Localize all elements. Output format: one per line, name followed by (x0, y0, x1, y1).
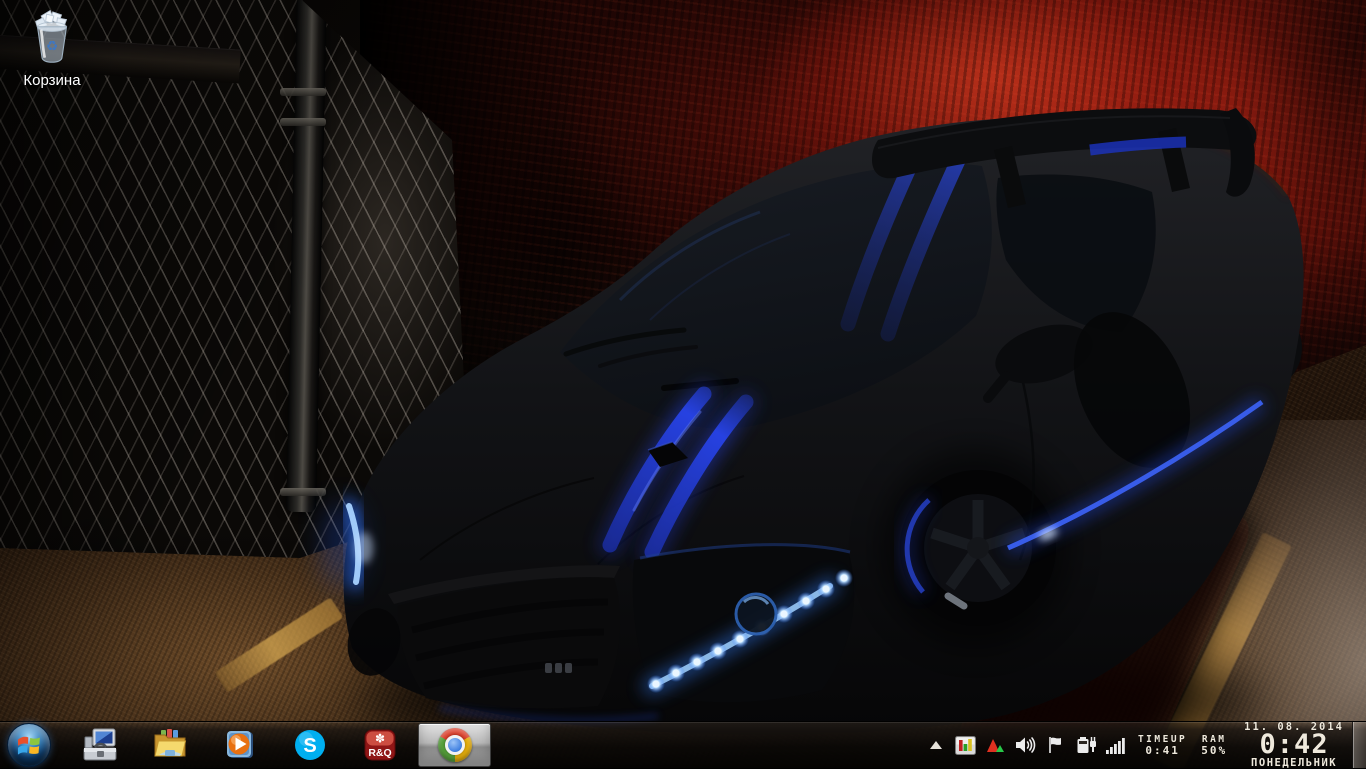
timeup-label: TIMEUP (1138, 734, 1187, 745)
power-battery-icon[interactable] (1073, 730, 1099, 760)
taskbar-item-media-player[interactable] (208, 723, 271, 767)
timeup-value: 0:41 (1145, 745, 1180, 757)
ram-label: RAM (1202, 734, 1227, 745)
rnq-icon: ✽ R&Q (364, 729, 396, 761)
taskbar-item-rnq[interactable]: ✽ R&Q (348, 723, 411, 767)
network-graph-icon[interactable] (983, 730, 1009, 760)
media-player-icon (223, 728, 257, 762)
skype-icon: S (293, 728, 327, 762)
recycle-bin-label: Корзина (8, 72, 96, 89)
ram-status: RAM 50% (1201, 734, 1227, 757)
volume-icon[interactable] (1013, 730, 1039, 760)
tray-clock[interactable]: 11. 08. 2014 0:42 ПОНЕДЕЛЬНИК (1244, 721, 1344, 769)
chrome-core (445, 735, 465, 755)
start-button[interactable] (6, 722, 52, 768)
action-center-flag-icon[interactable] (1043, 730, 1069, 760)
tray-overflow-chevron-up-icon[interactable] (927, 730, 945, 760)
chrome-icon (438, 728, 472, 762)
resource-monitor-icon[interactable] (953, 730, 979, 760)
timeup-status: TIMEUP 0:41 (1138, 734, 1187, 757)
ram-value: 50% (1201, 745, 1227, 757)
taskbar-item-skype[interactable]: S (278, 723, 341, 767)
pinned-taskbar-items: S ✽ R&Q (68, 723, 491, 767)
show-desktop-button[interactable] (1352, 722, 1366, 768)
taskbar-item-system-tools[interactable] (68, 723, 131, 767)
taskbar-item-file-explorer[interactable] (138, 723, 201, 767)
desktop: ♻ Корзина (0, 0, 1366, 768)
svg-text:R&Q: R&Q (368, 747, 391, 759)
system-tray: TIMEUP 0:41 RAM 50% 11. 08. 2014 0:42 ПО… (927, 722, 1366, 768)
recycle-bin-glyph: ♻ (23, 4, 81, 66)
svg-text:✽: ✽ (374, 732, 384, 746)
red-grunge-wall (360, 0, 1366, 430)
taskbar-item-chrome[interactable] (418, 723, 491, 767)
folder-icon (152, 728, 188, 762)
clock-time: 0:42 (1260, 733, 1329, 757)
taskbar: S ✽ R&Q (0, 721, 1366, 768)
clock-weekday: ПОНЕДЕЛЬНИК (1251, 757, 1337, 769)
corner-haze (1066, 420, 1366, 768)
svg-text:♻: ♻ (46, 38, 58, 54)
svg-text:S: S (303, 735, 316, 757)
windows-orb-icon (7, 723, 51, 767)
wallpaper-car-night (0, 0, 1366, 768)
recycle-bin-icon[interactable]: ♻ Корзина (8, 4, 96, 89)
system-tools-icon (83, 728, 117, 762)
signal-bars-icon[interactable] (1103, 730, 1129, 760)
